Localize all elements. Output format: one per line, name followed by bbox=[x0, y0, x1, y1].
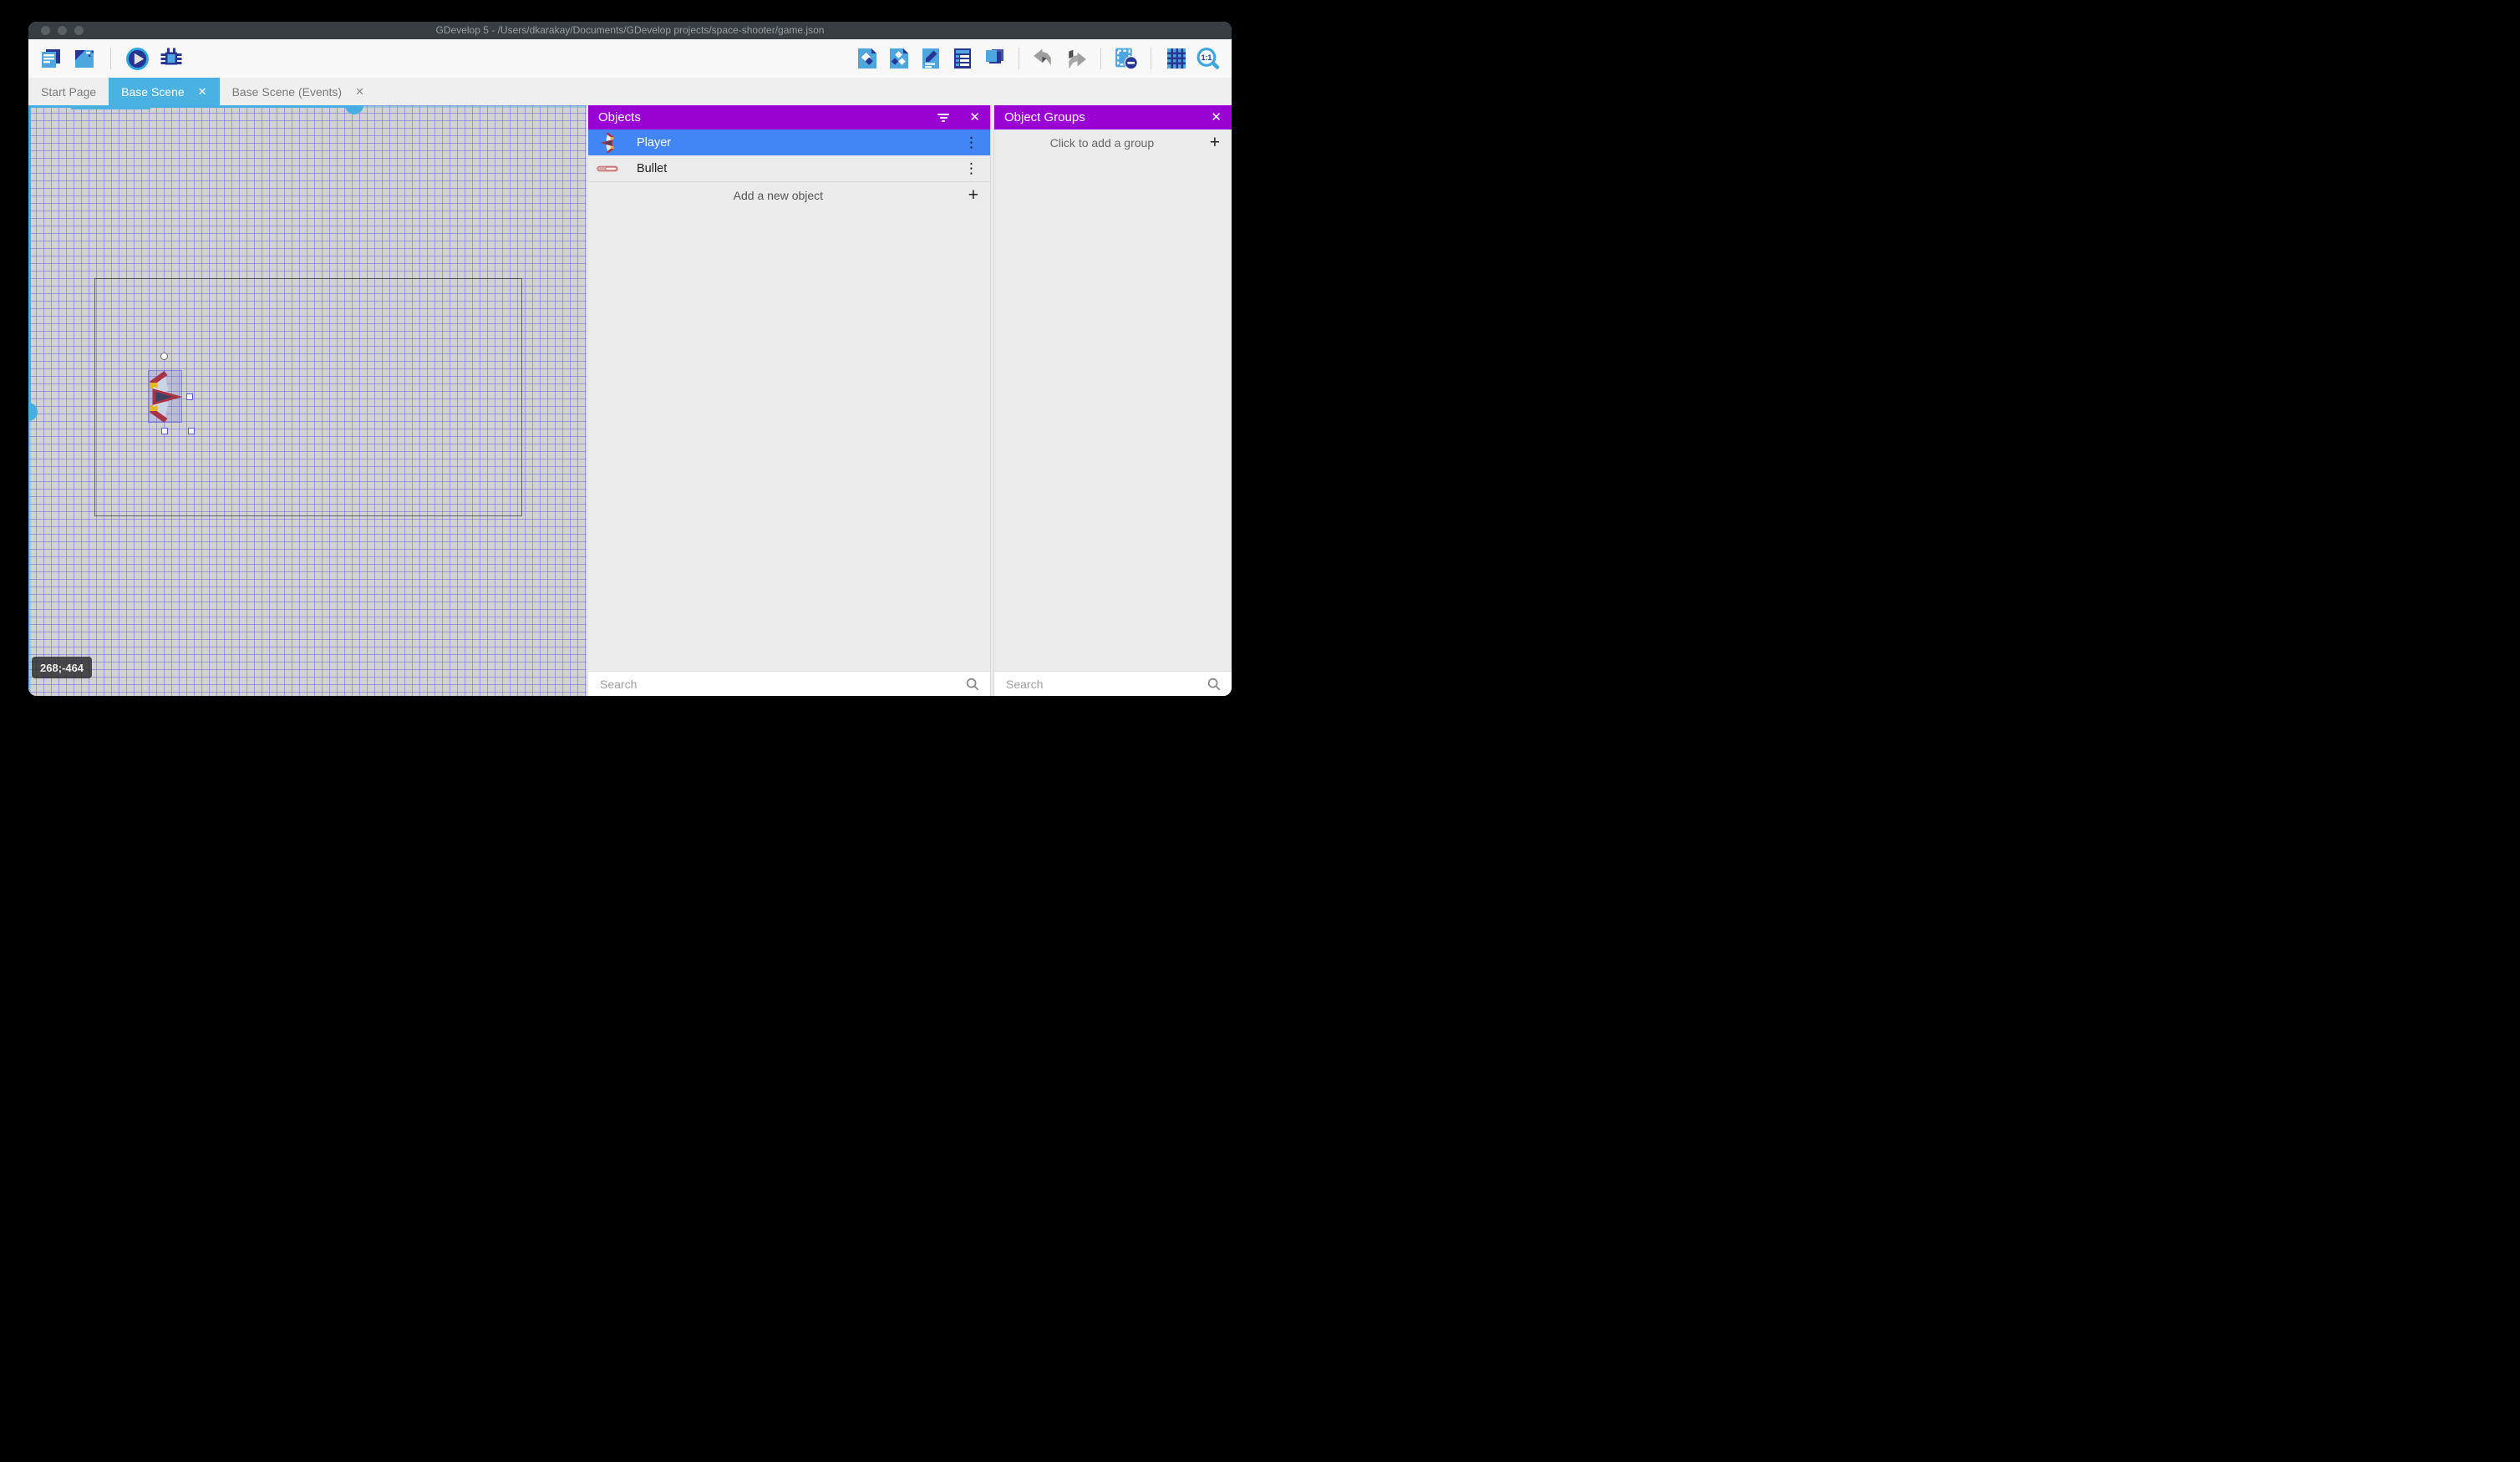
add-group-label: Click to add a group bbox=[994, 136, 1210, 150]
active-tab-underline bbox=[71, 105, 150, 109]
close-icon[interactable]: ✕ bbox=[969, 111, 980, 124]
delete-mask-icon[interactable] bbox=[1114, 47, 1138, 71]
debug-icon[interactable] bbox=[159, 47, 183, 71]
resize-handle-bottom-right[interactable] bbox=[188, 428, 195, 434]
project-manager-icon[interactable] bbox=[38, 47, 63, 71]
cursor-coordinates: 268;-464 bbox=[32, 657, 92, 678]
zoom-ratio-label: 1:1 bbox=[1202, 53, 1212, 62]
zoom-1-1-icon[interactable]: 1:1 bbox=[1196, 47, 1220, 71]
toolbar-separator bbox=[1100, 48, 1101, 69]
object-name: Bullet bbox=[637, 162, 667, 175]
scene-window-icon[interactable] bbox=[72, 47, 96, 71]
objects-panel-header: Objects ✕ bbox=[588, 105, 990, 129]
tab-base-scene[interactable]: Base Scene ✕ bbox=[109, 78, 219, 105]
object-menu-icon[interactable]: ⋮ bbox=[964, 161, 978, 175]
instances-list-icon[interactable] bbox=[950, 47, 974, 71]
resize-handle-right[interactable] bbox=[186, 393, 193, 400]
vertical-scrollbar-thumb[interactable] bbox=[28, 403, 38, 421]
object-groups-editor-icon[interactable] bbox=[887, 47, 911, 71]
filter-icon[interactable] bbox=[937, 114, 949, 122]
horizontal-scrollbar-thumb[interactable] bbox=[345, 105, 363, 114]
object-row-bullet[interactable]: Bullet ⋮ bbox=[588, 155, 990, 181]
add-object-row[interactable]: Add a new object + bbox=[588, 182, 990, 208]
plus-icon[interactable]: + bbox=[1210, 134, 1220, 151]
close-tab-icon[interactable]: ✕ bbox=[355, 85, 364, 99]
titlebar: GDevelop 5 - /Users/dkarakay/Documents/G… bbox=[28, 22, 1232, 39]
resize-handle-bottom-left[interactable] bbox=[161, 428, 168, 434]
undo-icon[interactable] bbox=[1032, 47, 1056, 71]
add-object-label: Add a new object bbox=[588, 189, 968, 202]
bullet-thumbnail bbox=[595, 157, 620, 180]
search-icon bbox=[1207, 677, 1222, 692]
close-tab-icon[interactable]: ✕ bbox=[198, 85, 207, 99]
play-icon[interactable] bbox=[125, 47, 150, 71]
object-menu-icon[interactable]: ⋮ bbox=[964, 135, 978, 150]
toolbar-separator bbox=[110, 48, 111, 69]
properties-icon[interactable] bbox=[918, 47, 942, 71]
player-instance[interactable] bbox=[146, 370, 184, 424]
object-name: Player bbox=[637, 136, 671, 150]
add-group-row[interactable]: Click to add a group + bbox=[994, 129, 1232, 155]
objects-search-input[interactable] bbox=[588, 678, 965, 691]
object-groups-panel: Object Groups ✕ Click to add a group + bbox=[994, 105, 1232, 696]
close-icon[interactable]: ✕ bbox=[1211, 111, 1222, 124]
objects-search-bar bbox=[588, 671, 990, 696]
objects-editor-icon[interactable] bbox=[855, 47, 879, 71]
objects-panel: Objects ✕ bbox=[588, 105, 990, 696]
groups-search-bar bbox=[994, 671, 1232, 696]
rotation-handle[interactable] bbox=[160, 353, 168, 360]
grid-icon[interactable] bbox=[1164, 47, 1188, 71]
groups-panel-title: Object Groups bbox=[1004, 110, 1085, 124]
player-thumbnail bbox=[595, 131, 620, 155]
scene-canvas[interactable]: 268;-464 bbox=[28, 105, 587, 696]
tab-start-page[interactable]: Start Page bbox=[28, 78, 109, 105]
app-window: GDevelop 5 - /Users/dkarakay/Documents/G… bbox=[28, 22, 1232, 696]
tab-base-scene-events[interactable]: Base Scene (Events) ✕ bbox=[220, 78, 377, 105]
layers-icon[interactable] bbox=[982, 47, 1006, 71]
window-title: GDevelop 5 - /Users/dkarakay/Documents/G… bbox=[28, 22, 1232, 39]
redo-icon[interactable] bbox=[1064, 47, 1088, 71]
search-icon bbox=[965, 677, 980, 692]
groups-panel-header: Object Groups ✕ bbox=[994, 105, 1232, 129]
tab-bar: Start Page Base Scene ✕ Base Scene (Even… bbox=[28, 78, 1232, 105]
groups-search-input[interactable] bbox=[994, 678, 1207, 691]
object-row-player[interactable]: Player ⋮ bbox=[588, 129, 990, 155]
plus-icon[interactable]: + bbox=[968, 186, 978, 204]
objects-panel-title: Objects bbox=[598, 110, 641, 124]
main-toolbar: 1:1 bbox=[28, 39, 1232, 78]
